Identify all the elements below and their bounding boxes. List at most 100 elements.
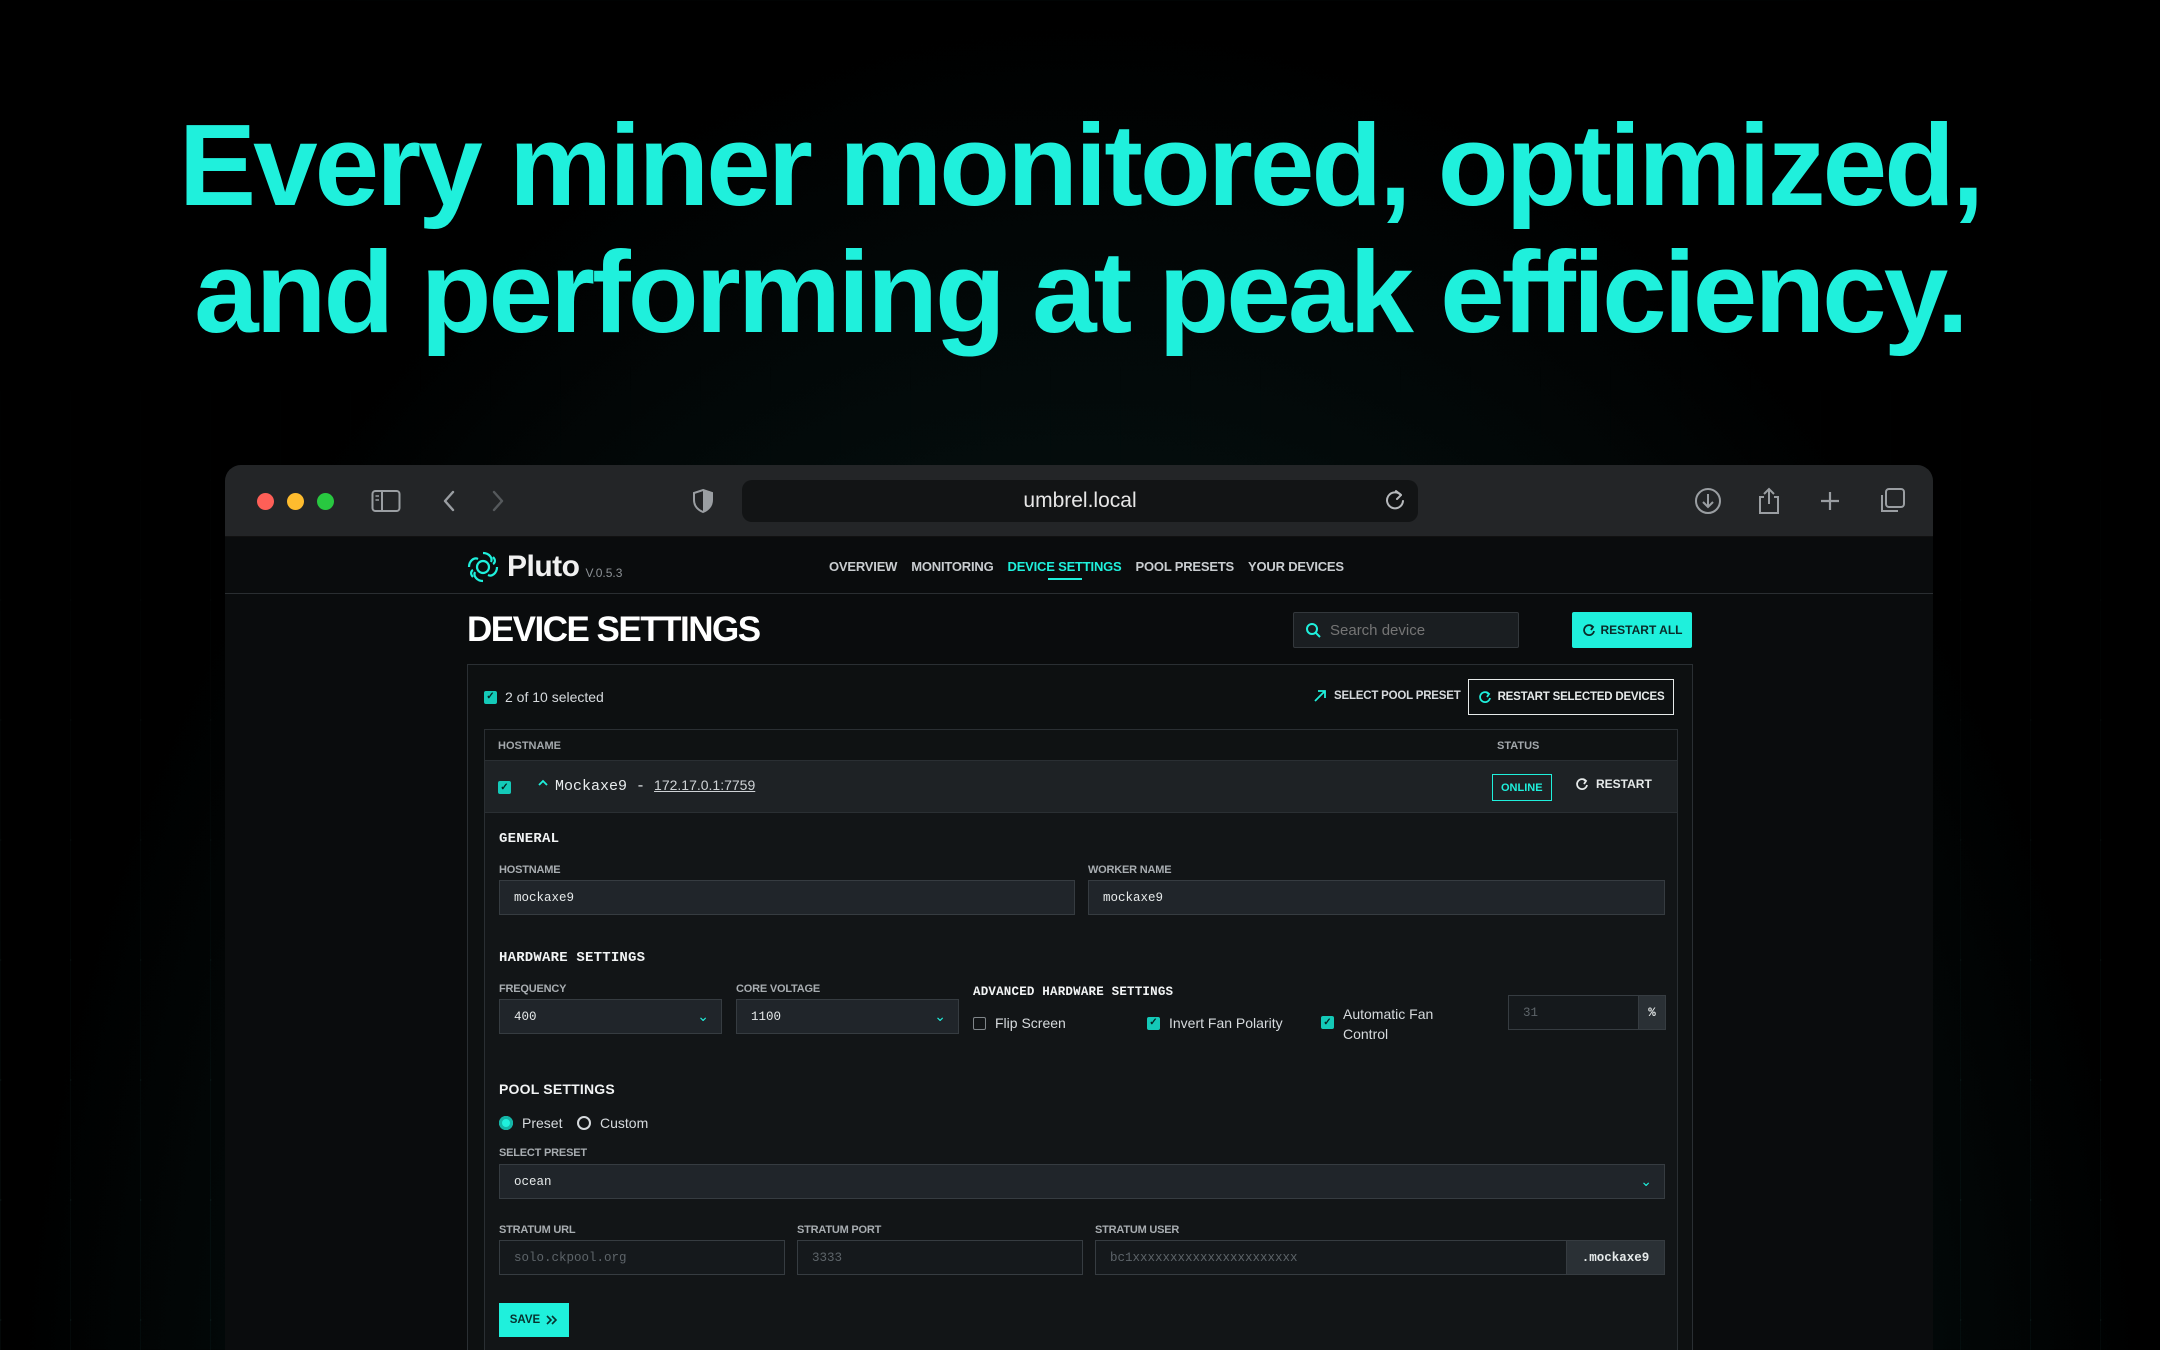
app-navbar: Pluto V.0.5.3 OVERVIEW MONITORING DEVICE… — [225, 537, 1933, 594]
worker-name-label: WORKER NAME — [1088, 864, 1172, 876]
hardware-section-title: HARDWARE SETTINGS — [499, 950, 646, 966]
zoom-window-button[interactable] — [317, 493, 334, 510]
restart-selected-label: RESTART SELECTED DEVICES — [1497, 691, 1665, 703]
chevron-down-icon: ⌄ — [934, 1010, 946, 1026]
select-preset-dropdown[interactable]: ocean ⌄ — [499, 1164, 1665, 1199]
flip-screen-checkbox[interactable] — [973, 1016, 986, 1030]
download-icon[interactable] — [1690, 483, 1726, 519]
invert-fan-checkbox[interactable]: ✓ — [1147, 1016, 1160, 1030]
restart-device-button[interactable]: RESTART — [1575, 777, 1652, 791]
select-preset-label: SELECT PRESET — [499, 1147, 587, 1159]
browser-window: umbrel.local Pluto V.0.5.3 OVERVIEW MONI… — [225, 465, 1933, 1350]
device-ip-link[interactable]: 172.17.0.1:7759 — [654, 777, 755, 793]
nav-your-devices[interactable]: YOUR DEVICES — [1248, 559, 1344, 574]
auto-fan-option[interactable]: ✓ Automatic Fan Control — [1321, 1004, 1433, 1044]
worker-name-field[interactable]: mockaxe9 — [1088, 880, 1665, 915]
stratum-url-label: STRATUM URL — [499, 1224, 576, 1236]
app-version: V.0.5.3 — [585, 566, 623, 580]
stratum-url-input[interactable]: solo.ckpool.org — [499, 1240, 785, 1275]
headline-line-2: and performing at peak efficiency. — [194, 227, 1969, 357]
select-all-checkbox[interactable]: ✓ — [484, 690, 497, 704]
pool-preset-radio-option[interactable]: Preset — [499, 1115, 562, 1131]
url-text: umbrel.local — [1023, 489, 1137, 512]
reload-icon[interactable] — [1384, 488, 1406, 518]
page-title: DEVICE SETTINGS — [467, 610, 761, 649]
nav-pool-presets[interactable]: POOL PRESETS — [1136, 559, 1235, 574]
nav-device-settings[interactable]: DEVICE SETTINGS — [1008, 559, 1122, 580]
restart-all-label: RESTART ALL — [1600, 623, 1683, 637]
hero-headline: Every miner monitored, optimized, and pe… — [0, 102, 2160, 356]
core-voltage-select[interactable]: 1100 ⌄ — [736, 999, 959, 1034]
fan-speed-unit: % — [1639, 995, 1666, 1030]
invert-fan-label: Invert Fan Polarity — [1169, 1015, 1283, 1031]
stratum-user-label: STRATUM USER — [1095, 1224, 1180, 1236]
hostname-column-header: HOSTNAME — [498, 740, 561, 752]
chevron-up-icon[interactable] — [537, 777, 549, 792]
address-bar[interactable]: umbrel.local — [742, 480, 1418, 522]
close-window-button[interactable] — [257, 493, 274, 510]
headline-line-1: Every miner monitored, optimized, — [178, 100, 1984, 230]
core-voltage-value: 1100 — [751, 1009, 782, 1024]
frequency-label: FREQUENCY — [499, 983, 567, 995]
restart-icon — [1478, 691, 1491, 703]
device-hostname: Mockaxe9 — [555, 778, 628, 795]
flip-screen-option[interactable]: Flip Screen — [973, 1015, 1066, 1031]
restart-device-label: RESTART — [1596, 777, 1652, 791]
select-preset-value: ocean — [514, 1174, 552, 1189]
minimize-window-button[interactable] — [287, 493, 304, 510]
fan-speed-input[interactable]: 31 — [1508, 995, 1639, 1030]
search-icon — [1306, 623, 1321, 638]
restart-all-button[interactable]: RESTART ALL — [1572, 612, 1692, 648]
pluto-logo-icon — [467, 551, 499, 583]
sidebar-toggle-icon[interactable] — [368, 483, 404, 519]
save-label: SAVE — [509, 1314, 541, 1326]
stratum-user-suffix: .mockaxe9 — [1567, 1240, 1665, 1275]
nav-monitoring[interactable]: MONITORING — [911, 559, 993, 574]
stratum-port-label: STRATUM PORT — [797, 1224, 882, 1236]
hostname-field[interactable]: mockaxe9 — [499, 880, 1075, 915]
restart-selected-devices-button[interactable]: RESTART SELECTED DEVICES — [1468, 679, 1674, 715]
custom-radio-label: Custom — [600, 1115, 649, 1131]
chevron-down-icon: ⌄ — [1640, 1175, 1652, 1191]
new-tab-plus-icon[interactable] — [1812, 483, 1848, 519]
nav-overview[interactable]: OVERVIEW — [829, 559, 897, 574]
pool-custom-radio-option[interactable]: Custom — [577, 1115, 648, 1131]
table-row[interactable]: ✓ Mockaxe9 - 172.17.0.1:7759 ONLINE REST… — [485, 761, 1677, 813]
share-icon[interactable] — [1751, 483, 1787, 519]
frequency-select[interactable]: 400 ⌄ — [499, 999, 722, 1034]
chevron-down-icon: ⌄ — [697, 1010, 709, 1026]
preset-radio-label: Preset — [522, 1115, 563, 1131]
invert-fan-option[interactable]: ✓ Invert Fan Polarity — [1147, 1015, 1283, 1031]
devices-table: HOSTNAME STATUS ✓ Mockaxe9 - 172.17.0.1:… — [484, 729, 1678, 1350]
general-section-title: GENERAL — [499, 831, 560, 847]
pluto-logo[interactable]: Pluto V.0.5.3 — [465, 549, 622, 585]
status-badge: ONLINE — [1492, 774, 1552, 801]
stratum-user-input[interactable]: bc1xxxxxxxxxxxxxxxxxxxxxx — [1095, 1240, 1567, 1275]
device-separator: - — [627, 778, 655, 795]
selected-count-text: 2 of 10 selected — [505, 689, 604, 705]
stratum-port-input[interactable]: 3333 — [797, 1240, 1083, 1275]
auto-fan-checkbox[interactable]: ✓ — [1321, 1016, 1334, 1029]
search-device-input[interactable] — [1330, 621, 1500, 639]
window-controls — [257, 493, 334, 510]
pool-section-title: POOL SETTINGS — [499, 1081, 615, 1097]
privacy-shield-icon[interactable] — [685, 483, 721, 519]
row-checkbox[interactable]: ✓ — [498, 781, 511, 794]
auto-fan-label-line2: Control — [1343, 1026, 1389, 1042]
back-arrow-icon[interactable] — [431, 483, 467, 519]
double-chevron-right-icon — [546, 1315, 558, 1325]
forward-arrow-icon[interactable] — [480, 483, 516, 519]
advanced-hardware-title: ADVANCED HARDWARE SETTINGS — [973, 985, 1174, 999]
auto-fan-label-line1: Automatic Fan — [1343, 1006, 1434, 1022]
tab-overview-icon[interactable] — [1874, 483, 1910, 519]
select-pool-preset-button[interactable]: SELECT POOL PRESET — [1313, 689, 1461, 703]
status-column-header: STATUS — [1497, 740, 1540, 752]
table-header: HOSTNAME STATUS — [485, 730, 1677, 761]
save-button[interactable]: SAVE — [499, 1303, 569, 1337]
frequency-value: 400 — [514, 1009, 537, 1024]
search-device-box[interactable] — [1293, 612, 1519, 648]
custom-radio[interactable] — [577, 1116, 591, 1130]
arrow-up-right-icon — [1314, 690, 1326, 702]
preset-radio[interactable] — [499, 1116, 513, 1130]
flip-screen-label: Flip Screen — [995, 1015, 1066, 1031]
